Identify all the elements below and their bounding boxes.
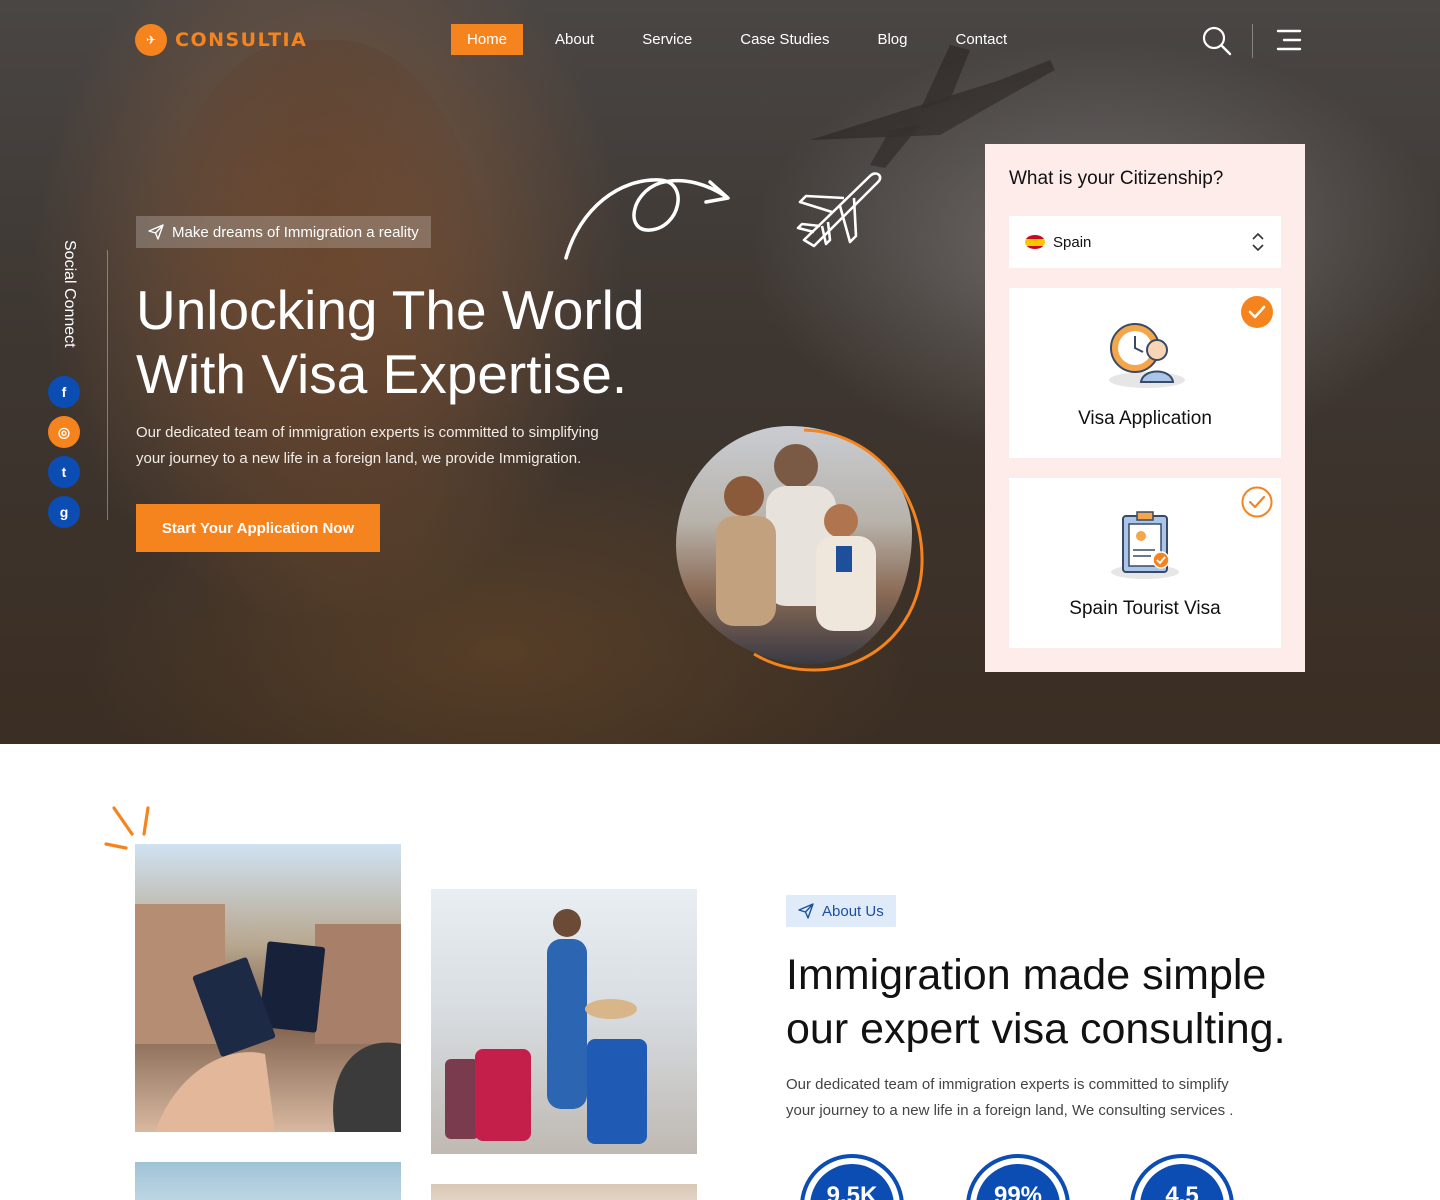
family-photo-outline — [753, 428, 924, 672]
about-description: Our dedicated team of immigration expert… — [786, 1076, 1234, 1119]
stat-value: 99% — [993, 1182, 1043, 1200]
hero-description: Our dedicated team of immigration expert… — [136, 424, 599, 467]
stat-counter-2: 99% — [964, 1152, 1072, 1200]
passport-photo — [135, 844, 401, 1132]
checked-icon[interactable] — [1241, 296, 1273, 328]
main-navbar: ✈ CONSULTIA Home About Service Case Stud… — [0, 0, 1440, 80]
hero-tagline-badge: Make dreams of Immigration a reality — [136, 216, 431, 248]
social-connect-label: Social Connect — [61, 240, 78, 348]
paper-plane-icon — [148, 224, 164, 240]
option-visa-application[interactable]: Visa Application — [1009, 288, 1281, 458]
citizenship-card: What is your Citizenship? Spain Visa App… — [985, 144, 1305, 672]
nav-item-contact[interactable]: Contact — [940, 24, 1024, 55]
option-spain-tourist-visa[interactable]: Spain Tourist Visa — [1009, 478, 1281, 648]
stat-value: 9.5K — [826, 1182, 878, 1200]
airplane-outline-icon — [796, 172, 882, 248]
stat-counter-3: 4.5 — [1128, 1152, 1236, 1200]
hero-title: Unlocking The World With Visa Expertise. — [136, 279, 645, 405]
selected-country: Spain — [1053, 233, 1092, 251]
visa-document-illustration-icon — [1111, 511, 1179, 579]
about-us-label: About Us — [822, 902, 884, 920]
start-application-button[interactable]: Start Your Application Now — [136, 504, 380, 552]
unchecked-icon[interactable] — [1241, 486, 1273, 518]
visa-application-label: Visa Application — [1078, 408, 1212, 429]
twitter-icon[interactable]: t — [48, 456, 80, 488]
select-arrows-icon — [1252, 232, 1264, 252]
social-rail-line — [107, 250, 108, 520]
github-icon[interactable]: g — [48, 496, 80, 528]
social-connect-rail: Social Connect f ◎ t g — [44, 240, 114, 530]
stat-value: 4.5 — [1165, 1182, 1199, 1200]
nav-divider — [1252, 24, 1253, 58]
hero-tagline-text: Make dreams of Immigration a reality — [172, 223, 419, 241]
gallery-photo-4 — [431, 1184, 697, 1200]
paper-plane-icon — [798, 903, 814, 919]
gallery-photo-3 — [135, 1162, 401, 1200]
facebook-icon[interactable]: f — [48, 376, 80, 408]
stat-counter-1: 9.5K — [798, 1152, 906, 1200]
nav-item-service[interactable]: Service — [626, 24, 708, 55]
about-title: Immigration made simple our expert visa … — [786, 951, 1286, 1053]
family-travel-photo — [674, 424, 924, 672]
nav-menu: Home About Service Case Studies Blog Con… — [451, 24, 1039, 55]
instagram-icon[interactable]: ◎ — [48, 416, 80, 448]
nav-item-blog[interactable]: Blog — [861, 24, 923, 55]
search-icon[interactable] — [1202, 26, 1232, 56]
brand-logo[interactable]: ✈ CONSULTIA — [135, 24, 307, 56]
visa-consultant-illustration-icon — [1109, 323, 1185, 388]
hero-section: ✈ CONSULTIA Home About Service Case Stud… — [0, 0, 1440, 744]
about-us-badge: About Us — [786, 895, 896, 927]
brand-name: CONSULTIA — [175, 29, 308, 51]
citizenship-question: What is your Citizenship? — [1009, 168, 1224, 189]
spain-flag-icon — [1025, 235, 1045, 249]
nav-item-home[interactable]: Home — [451, 24, 524, 55]
spain-tourist-visa-label: Spain Tourist Visa — [1069, 598, 1221, 619]
country-select[interactable]: Spain — [1009, 216, 1281, 268]
traveler-luggage-photo — [431, 889, 697, 1154]
nav-item-case-studies[interactable]: Case Studies — [724, 24, 845, 55]
nav-item-about[interactable]: About — [539, 24, 610, 55]
hamburger-menu-icon[interactable] — [1276, 28, 1302, 52]
decorative-swirl-arrow — [564, 178, 730, 260]
logo-mark-icon: ✈ — [135, 24, 167, 56]
